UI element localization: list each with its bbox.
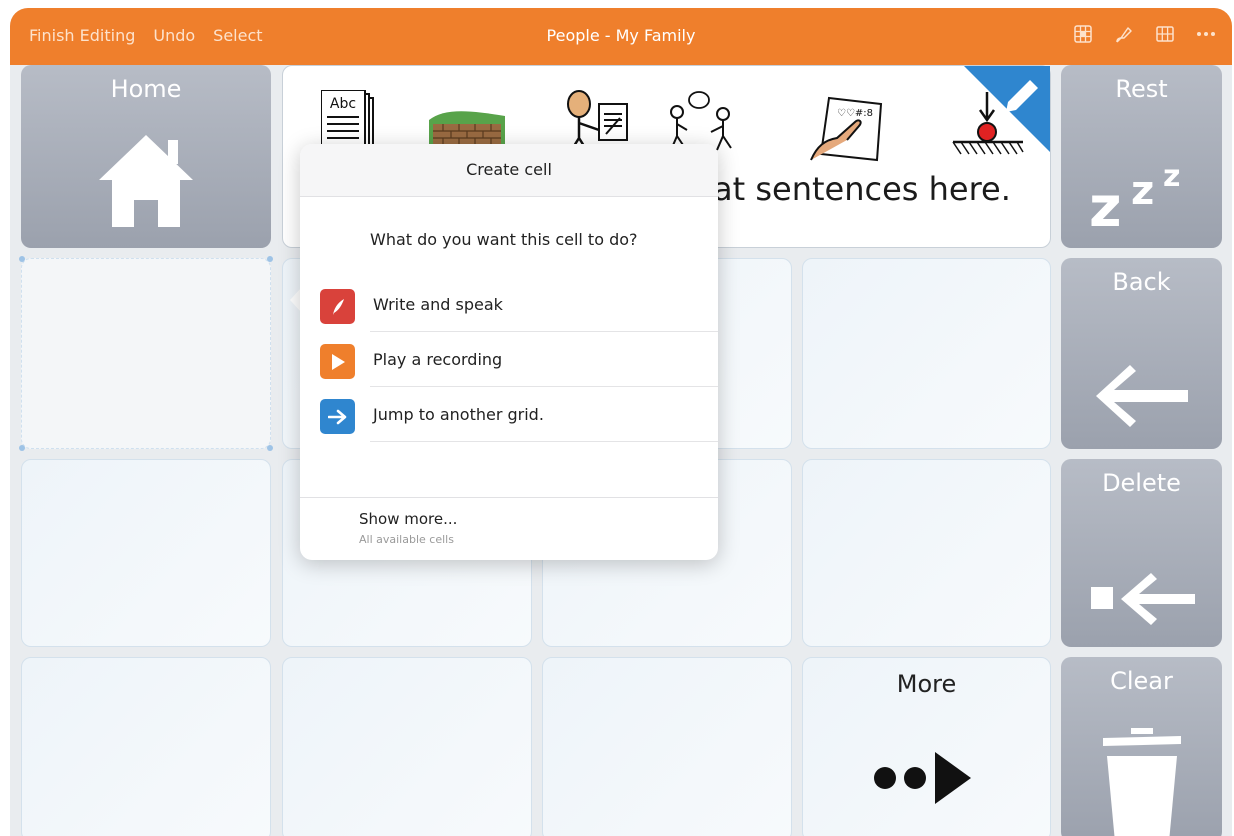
option-label: Play a recording: [373, 350, 503, 369]
app-window: Finish Editing Undo Select People - My F…: [10, 8, 1232, 836]
svg-text:Abc: Abc: [330, 96, 356, 112]
delete-arrow-icon: [1061, 569, 1222, 629]
clear-cell[interactable]: Clear: [1061, 657, 1222, 836]
selected-empty-cell[interactable]: [19, 256, 273, 451]
house-icon: [21, 130, 271, 230]
back-cell[interactable]: Back: [1061, 258, 1222, 449]
svg-text:z: z: [1163, 160, 1180, 194]
option-jump-to-grid[interactable]: Jump to another grid.: [300, 390, 718, 442]
svg-text:z: z: [1089, 175, 1122, 230]
more-icon[interactable]: [1196, 25, 1216, 45]
empty-cell[interactable]: [282, 657, 532, 836]
option-label: Jump to another grid.: [373, 405, 544, 424]
empty-cell[interactable]: [21, 459, 271, 647]
edit-pencil-icon[interactable]: [964, 66, 1050, 156]
more-cell[interactable]: More: [802, 657, 1051, 836]
svg-text:z: z: [1131, 168, 1154, 214]
show-more-label: Show more...: [359, 510, 458, 528]
hand-pointing-paper-icon: ♡♡#:8: [807, 96, 885, 166]
popover-question: What do you want this cell to do?: [370, 230, 638, 249]
zzz-icon: zzz: [1061, 160, 1222, 230]
option-label: Write and speak: [373, 295, 503, 314]
grid-fill-icon[interactable]: [1074, 25, 1092, 45]
more-label: More: [896, 670, 957, 698]
delete-cell[interactable]: Delete: [1061, 459, 1222, 647]
rest-cell[interactable]: Rest zzz: [1061, 65, 1222, 248]
page-title: People - My Family: [546, 26, 696, 45]
option-play-recording[interactable]: Play a recording: [300, 335, 718, 387]
grid-icon[interactable]: [1156, 25, 1174, 45]
empty-cell[interactable]: [802, 459, 1051, 647]
divider: [370, 331, 718, 332]
selection-handle[interactable]: [19, 445, 25, 451]
trash-icon: [1061, 722, 1222, 836]
sentence-text: at sentences here.: [713, 170, 1011, 208]
quill-icon: [320, 289, 355, 324]
selection-handle[interactable]: [19, 256, 25, 262]
selection-handle[interactable]: [267, 445, 273, 451]
home-cell[interactable]: Home: [21, 65, 271, 248]
show-more-sublabel: All available cells: [359, 533, 454, 546]
arrow-left-icon: [1061, 361, 1222, 431]
empty-cell[interactable]: [802, 258, 1051, 449]
svg-text:♡♡#:8: ♡♡#:8: [837, 108, 873, 119]
empty-cell[interactable]: [21, 657, 271, 836]
toolbar: Finish Editing Undo Select People - My F…: [10, 8, 1232, 65]
delete-label: Delete: [1102, 469, 1181, 497]
clear-label: Clear: [1110, 667, 1173, 695]
popover-title: Create cell: [300, 144, 718, 197]
arrow-right-icon: [320, 399, 355, 434]
rest-label: Rest: [1115, 75, 1168, 103]
empty-cell[interactable]: [542, 657, 792, 836]
divider: [370, 441, 718, 442]
home-label: Home: [110, 75, 182, 103]
divider: [370, 386, 718, 387]
selection-handle[interactable]: [267, 256, 273, 262]
play-icon: [320, 344, 355, 379]
dots-arrow-icon: [871, 744, 981, 808]
create-cell-popover: Create cell What do you want this cell t…: [300, 144, 718, 560]
show-more-button[interactable]: Show more... All available cells: [300, 497, 718, 560]
back-label: Back: [1112, 268, 1171, 296]
toolbar-right: [1074, 25, 1216, 45]
brush-icon[interactable]: [1114, 25, 1134, 45]
option-write-and-speak[interactable]: Write and speak: [300, 280, 718, 332]
